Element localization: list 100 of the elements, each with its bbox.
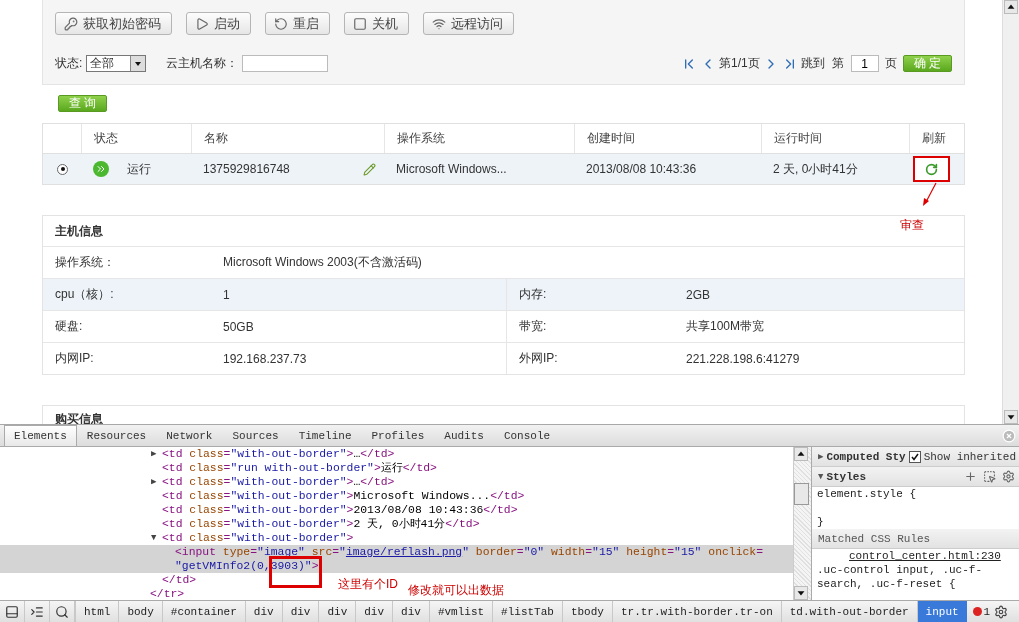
breadcrumb[interactable]: tr.tr.with-border.tr-on <box>611 601 781 622</box>
page-info: 第1/1页 <box>718 55 760 72</box>
code-line[interactable]: ▶ <td class="with-out-border">…</td> <box>0 447 395 461</box>
info-value: 192.168.237.73 <box>222 350 308 368</box>
devtools-tab[interactable]: Timeline <box>288 425 362 446</box>
row-radio[interactable] <box>57 163 68 175</box>
code-link[interactable]: image/reflash.png <box>345 546 463 558</box>
breadcrumb[interactable]: td.with-out-border <box>780 601 917 622</box>
breadcrumb[interactable]: body <box>118 601 162 622</box>
code-line: </tr> <box>149 587 185 600</box>
breadcrumb[interactable]: tbody <box>561 601 612 622</box>
wifi-icon <box>432 16 446 31</box>
devtools-tab[interactable]: Network <box>156 425 223 446</box>
style-line: .uc-control input, .uc-f- <box>816 563 984 577</box>
play-icon <box>195 16 209 31</box>
breadcrumb[interactable]: #vmlist <box>428 601 493 622</box>
info-value: 221.228.198.6:41279 <box>685 350 801 368</box>
expand-arrow[interactable]: ▶ <box>151 447 157 461</box>
breadcrumb[interactable]: #container <box>161 601 245 622</box>
breadcrumb[interactable]: #listTab <box>492 601 562 622</box>
info-label: 硬盘: <box>54 318 84 335</box>
page-prefix: 第 <box>831 55 844 72</box>
expand-arrow[interactable]: ▼ <box>151 531 157 545</box>
name-label: 云主机名称： <box>166 55 239 72</box>
info-label: 内网IP: <box>54 350 95 367</box>
breadcrumb[interactable]: div <box>244 601 282 622</box>
refresh-button[interactable] <box>913 156 950 182</box>
breadcrumb[interactable]: div <box>355 601 393 622</box>
page-suffix: 页 <box>884 55 897 72</box>
add-icon[interactable] <box>964 470 977 483</box>
toolbar-button[interactable]: 关机 <box>344 12 409 35</box>
breadcrumb[interactable]: input <box>916 601 967 622</box>
info-value: 共享100M带宽 <box>685 318 766 335</box>
info-value: 2GB <box>685 286 711 304</box>
source-link[interactable]: control_center.html:230 <box>849 550 1001 562</box>
info-label: cpu（核）: <box>54 286 115 303</box>
toolbar-button[interactable]: 重启 <box>265 12 330 35</box>
checkbox-label: Show inherited <box>923 450 1017 463</box>
devtools-tab[interactable]: Console <box>493 425 561 446</box>
style-line: search, .uc-f-reset { <box>816 577 957 591</box>
annotation-note: 这里有个ID <box>338 576 398 593</box>
info-label: 操作系统： <box>54 254 116 271</box>
expand-arrow[interactable]: ▼ <box>818 471 824 482</box>
toolbar-button[interactable]: 远程访问 <box>423 12 514 35</box>
error-count[interactable]: 1 <box>972 605 991 618</box>
devtools-tab[interactable]: Resources <box>76 425 157 446</box>
panel-title: 主机信息 <box>55 222 103 240</box>
pencil-icon[interactable] <box>363 162 376 176</box>
scrollbar[interactable] <box>793 447 811 600</box>
style-line: element.style { <box>816 487 918 501</box>
code-line[interactable]: ▼ <td class="with-out-border"> <box>0 531 354 545</box>
info-label: 外网IP: <box>506 343 674 374</box>
annotation-note: 审查 <box>900 217 924 234</box>
table-cell: 2013/08/08 10:43:36 <box>586 162 697 176</box>
code-line[interactable]: <td class="with-out-border">2 天, 0小时41分</td> <box>0 517 480 531</box>
jump-label: 跳到 <box>800 55 825 72</box>
breadcrumb[interactable]: div <box>392 601 429 622</box>
info-value: Microsoft Windows 2003(不含激活码) <box>222 254 423 271</box>
running-status-icon <box>93 161 109 177</box>
devtools-tab[interactable]: Sources <box>222 425 289 446</box>
code-line[interactable]: <td class="with-out-border">Microsoft Windows...</td> <box>0 489 525 503</box>
table-cell: 1375929816748 <box>203 162 290 176</box>
settings-icon[interactable] <box>1002 470 1015 483</box>
section-title[interactable]: Styles <box>826 470 866 483</box>
devtools-tab[interactable]: Elements <box>4 425 77 446</box>
status-label: 状态: <box>55 55 83 72</box>
code-line[interactable]: ▶ <td class="with-out-border">…</td> <box>0 475 395 489</box>
code-line[interactable]: <td class="run with-out-border">运行</td> <box>0 461 437 475</box>
section-title[interactable]: Computed Sty <box>826 450 906 463</box>
breadcrumb[interactable]: div <box>281 601 319 622</box>
settings-icon[interactable] <box>994 604 1009 619</box>
toolbar-button[interactable]: 获取初始密码 <box>55 12 172 35</box>
page-input-field[interactable]: 1 <box>850 55 879 72</box>
scroll-thumb[interactable] <box>794 482 809 505</box>
devtools-tab[interactable]: Profiles <box>361 425 435 446</box>
breadcrumb[interactable]: div <box>318 601 356 622</box>
table-cell: Microsoft Windows... <box>396 162 507 176</box>
info-value: 50GB <box>222 318 255 336</box>
code-line[interactable]: <td class="with-out-border">2013/08/08 10:43:36</td> <box>0 503 518 517</box>
info-value: 1 <box>222 286 231 304</box>
annotation-note: 修改就可以出数据 <box>408 582 504 599</box>
expand-arrow[interactable]: ▶ <box>151 475 157 489</box>
stop-icon <box>353 16 367 31</box>
devtools-tab[interactable]: Audits <box>434 425 494 446</box>
selector-icon[interactable] <box>983 470 996 483</box>
breadcrumb[interactable]: html <box>75 601 119 622</box>
scrollbar[interactable] <box>1002 0 1019 424</box>
table-cell: 2 天, 0小时41分 <box>773 160 858 178</box>
name-input-field[interactable] <box>242 55 329 72</box>
status-dropdown[interactable]: 全部 <box>86 55 147 72</box>
collapse-arrow[interactable]: ▶ <box>818 451 824 462</box>
section-title: Matched CSS Rules <box>818 532 931 545</box>
table-cell: 运行 <box>127 160 151 178</box>
style-line: } <box>816 515 825 529</box>
toolbar-button[interactable]: 启动 <box>186 12 251 35</box>
key-icon <box>64 16 78 31</box>
panel-title: 购买信息 <box>55 410 103 424</box>
refresh-icon <box>925 162 938 176</box>
code-line: </td> <box>161 573 197 587</box>
checkbox[interactable] <box>908 450 921 463</box>
